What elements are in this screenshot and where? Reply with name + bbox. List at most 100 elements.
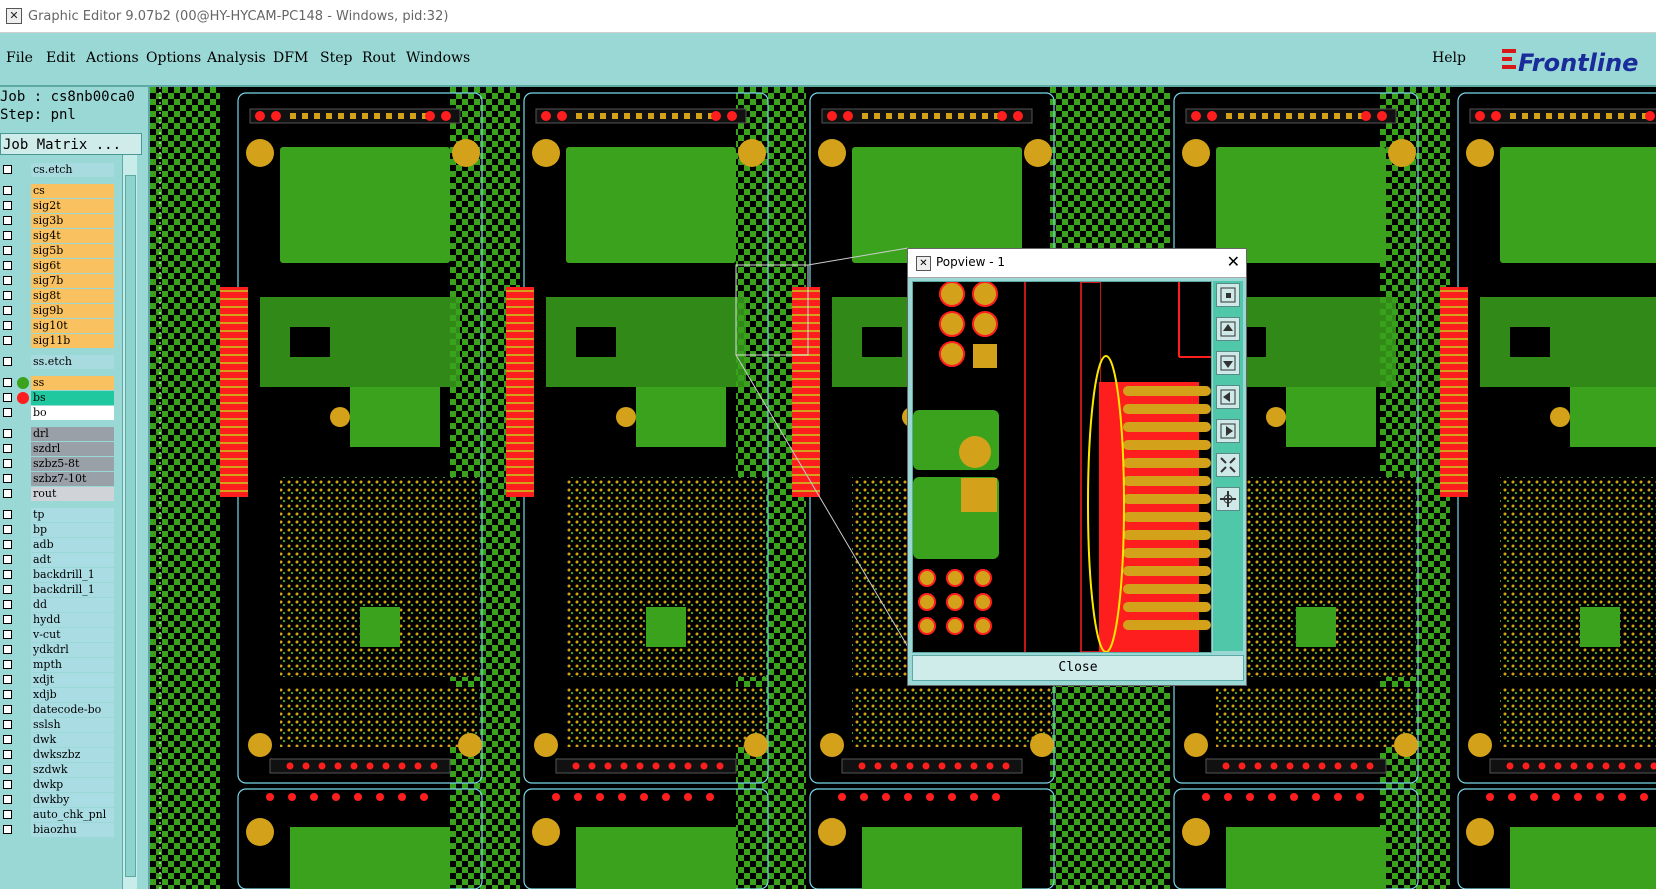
layer-checkbox[interactable] [3, 459, 12, 468]
close-button[interactable]: Close [912, 655, 1244, 681]
layer-row[interactable]: bs [0, 391, 118, 405]
layer-name[interactable]: biaozhu [31, 823, 114, 837]
layer-checkbox[interactable] [3, 378, 12, 387]
layer-checkbox[interactable] [3, 201, 12, 210]
layer-name[interactable]: sslsh [31, 718, 114, 732]
layer-checkbox[interactable] [3, 795, 12, 804]
layer-checkbox[interactable] [3, 600, 12, 609]
layer-name[interactable]: cs [31, 184, 114, 198]
layer-name[interactable]: adb [31, 538, 114, 552]
layer-name[interactable]: sig9b [31, 304, 114, 318]
layer-checkbox[interactable] [3, 246, 12, 255]
layer-name[interactable]: szdwk [31, 763, 114, 777]
menu-actions[interactable]: Actions [86, 50, 139, 66]
menu-step[interactable]: Step [320, 50, 352, 66]
layer-checkbox[interactable] [3, 306, 12, 315]
layer-row[interactable]: backdrill_1 [0, 568, 118, 582]
layer-row[interactable]: cs [0, 184, 118, 198]
job-matrix-button[interactable]: Job Matrix ... [0, 133, 142, 155]
layer-row[interactable]: sig2t [0, 199, 118, 213]
layer-row[interactable]: xdjb [0, 688, 118, 702]
layer-checkbox[interactable] [3, 408, 12, 417]
layer-name[interactable]: sig10t [31, 319, 114, 333]
layer-name[interactable]: backdrill_1 [31, 583, 114, 597]
layer-name[interactable]: szbz7-10t [31, 472, 114, 486]
layer-name[interactable]: bo [31, 406, 114, 420]
layer-row[interactable]: sig8t [0, 289, 118, 303]
layer-checkbox[interactable] [3, 261, 12, 270]
layer-row[interactable]: datecode-bo [0, 703, 118, 717]
layer-name[interactable]: sig8t [31, 289, 114, 303]
layer-checkbox[interactable] [3, 216, 12, 225]
layer-name[interactable]: cs.etch [31, 163, 114, 177]
layer-row[interactable]: szdwk [0, 763, 118, 777]
layer-row[interactable]: sig4t [0, 229, 118, 243]
layer-row[interactable]: hydd [0, 613, 118, 627]
layer-row[interactable]: dwk [0, 733, 118, 747]
pan-down-button[interactable] [1216, 351, 1240, 375]
pan-up-button[interactable] [1216, 317, 1240, 341]
layer-name[interactable]: sig5b [31, 244, 114, 258]
layer-checkbox[interactable] [3, 735, 12, 744]
layer-name[interactable]: hydd [31, 613, 114, 627]
menu-edit[interactable]: Edit [46, 50, 75, 66]
layer-name[interactable]: ss [31, 376, 114, 390]
layer-row[interactable]: sig6t [0, 259, 118, 273]
layer-name[interactable]: dwk [31, 733, 114, 747]
layer-checkbox[interactable] [3, 780, 12, 789]
layer-checkbox[interactable] [3, 750, 12, 759]
layer-name[interactable]: ydkdrl [31, 643, 114, 657]
layer-checkbox[interactable] [3, 555, 12, 564]
layer-checkbox[interactable] [3, 489, 12, 498]
layer-name[interactable]: dd [31, 598, 114, 612]
menu-file[interactable]: File [6, 50, 33, 66]
layer-row[interactable]: ydkdrl [0, 643, 118, 657]
layer-row[interactable]: bp [0, 523, 118, 537]
layer-checkbox[interactable] [3, 525, 12, 534]
layer-name[interactable]: dwkp [31, 778, 114, 792]
layer-checkbox[interactable] [3, 615, 12, 624]
layer-name[interactable]: bs [31, 391, 114, 405]
layer-row[interactable]: tp [0, 508, 118, 522]
layer-name[interactable]: sig7b [31, 274, 114, 288]
layer-row[interactable]: sig11b [0, 334, 118, 348]
layer-row[interactable]: szbz5-8t [0, 457, 118, 471]
layer-checkbox[interactable] [3, 336, 12, 345]
menu-options[interactable]: Options [146, 50, 201, 66]
layer-row[interactable]: sig7b [0, 274, 118, 288]
layer-checkbox[interactable] [3, 540, 12, 549]
layer-checkbox[interactable] [3, 675, 12, 684]
layer-row[interactable]: rout [0, 487, 118, 501]
layer-name[interactable]: mpth [31, 658, 114, 672]
layer-row[interactable]: bo [0, 406, 118, 420]
layer-checkbox[interactable] [3, 186, 12, 195]
layer-checkbox[interactable] [3, 630, 12, 639]
layer-name[interactable]: backdrill_1 [31, 568, 114, 582]
layer-checkbox[interactable] [3, 474, 12, 483]
zoom-out-button[interactable] [1216, 487, 1240, 511]
layer-checkbox[interactable] [3, 429, 12, 438]
layer-row[interactable]: adt [0, 553, 118, 567]
layer-name[interactable]: datecode-bo [31, 703, 114, 717]
layer-checkbox[interactable] [3, 510, 12, 519]
layer-name[interactable]: szdrl [31, 442, 114, 456]
menu-rout[interactable]: Rout [362, 50, 396, 66]
layer-name[interactable]: auto_chk_pnl [31, 808, 114, 822]
layer-checkbox[interactable] [3, 321, 12, 330]
zoom-in-button[interactable] [1216, 453, 1240, 477]
layer-checkbox[interactable] [3, 357, 12, 366]
layer-list-scrollbar[interactable] [122, 155, 137, 889]
scrollbar-thumb[interactable] [125, 175, 136, 877]
layer-name[interactable]: sig6t [31, 259, 114, 273]
layer-checkbox[interactable] [3, 165, 12, 174]
layer-name[interactable]: rout [31, 487, 114, 501]
layer-name[interactable]: xdjt [31, 673, 114, 687]
layer-row[interactable]: biaozhu [0, 823, 118, 837]
menu-help[interactable]: Help [1432, 50, 1466, 66]
menu-analysis[interactable]: Analysis [207, 50, 266, 66]
layer-name[interactable]: bp [31, 523, 114, 537]
pan-left-button[interactable] [1216, 385, 1240, 409]
layer-row[interactable]: ss.etch [0, 355, 118, 369]
layer-checkbox[interactable] [3, 585, 12, 594]
layer-row[interactable]: sig3b [0, 214, 118, 228]
